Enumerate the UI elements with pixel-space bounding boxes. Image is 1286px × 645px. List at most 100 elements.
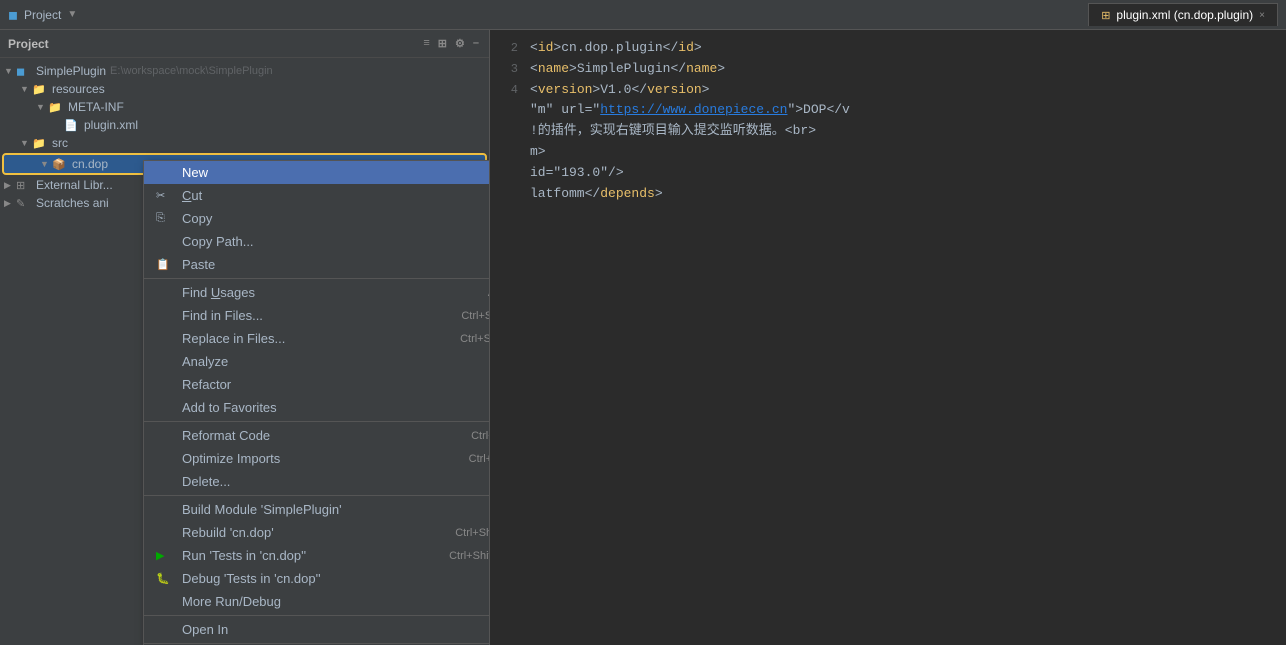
line-number-2: 2 xyxy=(490,39,530,58)
menu-label-refactor: Refactor xyxy=(182,377,490,392)
menu-item-more-run-debug[interactable]: More Run/Debug ▶ xyxy=(144,590,490,613)
tab-plugin-xml[interactable]: ⊞ plugin.xml (cn.dop.plugin) × xyxy=(1088,3,1278,26)
tab-close-icon[interactable]: × xyxy=(1259,10,1265,21)
menu-label-copy-path: Copy Path... xyxy=(182,234,490,249)
sidebar-icon-settings[interactable]: ⚙ xyxy=(453,35,467,52)
menu-item-delete[interactable]: Delete... Delete xyxy=(144,470,490,493)
menu-shortcut-paste: Ctrl+V xyxy=(489,259,490,271)
menu-item-refactor[interactable]: Refactor ▶ xyxy=(144,373,490,396)
menu-item-analyze[interactable]: Analyze ▶ xyxy=(144,350,490,373)
editor-area[interactable]: 2 <id>cn.dop.plugin</id> 3 <name>SimpleP… xyxy=(490,30,1286,645)
menu-label-open-in: Open In xyxy=(182,622,490,637)
menu-item-paste[interactable]: 📋 Paste Ctrl+V xyxy=(144,253,490,276)
tree-label-external-lib: External Libr... xyxy=(36,178,113,192)
tree-label-src: src xyxy=(52,136,68,150)
sidebar-icon-minimize[interactable]: – xyxy=(471,35,481,52)
tree-item-root[interactable]: ▼ ◼ SimplePlugin E:\workspace\mock\Simpl… xyxy=(0,62,489,80)
menu-shortcut-find-usages: Alt+F7 xyxy=(488,287,490,299)
menu-label-add-favorites: Add to Favorites xyxy=(182,400,490,415)
project-dropdown-icon[interactable]: ▼ xyxy=(67,9,77,20)
code-text-8: !的插件，实现右键项目输入提交监听数据。<br> xyxy=(530,121,816,142)
title-bar-tabs: ⊞ plugin.xml (cn.dop.plugin) × xyxy=(1088,3,1278,26)
menu-shortcut-find-files: Ctrl+Shift+F xyxy=(461,310,490,322)
menu-label-new: New xyxy=(182,165,490,180)
menu-sep-4 xyxy=(144,615,490,616)
code-line-15: latfomm</depends> xyxy=(490,184,1286,205)
menu-item-find-usages[interactable]: Find Usages Alt+F7 xyxy=(144,281,490,304)
project-icon-tree: ◼ xyxy=(16,65,32,78)
tree-arrow-scratches: ▶ xyxy=(4,198,16,209)
tree-label-meta-inf: META-INF xyxy=(68,100,124,114)
tree-item-plugin-xml[interactable]: 📄 plugin.xml xyxy=(0,116,489,134)
code-text-9: m> xyxy=(530,142,546,163)
tree-label-root: SimplePlugin xyxy=(36,64,106,78)
menu-item-find-files[interactable]: Find in Files... Ctrl+Shift+F xyxy=(144,304,490,327)
tree-arrow-root: ▼ xyxy=(4,66,16,76)
sidebar-icon-list[interactable]: ≡ xyxy=(421,35,431,52)
menu-label-find-files: Find in Files... xyxy=(182,308,461,323)
code-line-6: "m" url="https://www.donepiece.cn">DOP</… xyxy=(490,100,1286,121)
menu-label-rebuild: Rebuild 'cn.dop' xyxy=(182,525,455,540)
menu-item-cut[interactable]: ✂ Cut Ctrl+X xyxy=(144,184,490,207)
tree-label-resources: resources xyxy=(52,82,105,96)
menu-sep-5 xyxy=(144,643,490,644)
menu-item-optimize-imports[interactable]: Optimize Imports Ctrl+Alt+O xyxy=(144,447,490,470)
menu-item-build-module[interactable]: Build Module 'SimplePlugin' xyxy=(144,498,490,521)
menu-sep-2 xyxy=(144,421,490,422)
menu-item-run-tests[interactable]: ▶ Run 'Tests in 'cn.dop'' Ctrl+Shift+F10 xyxy=(144,544,490,567)
menu-shortcut-reformat: Ctrl+Alt+L xyxy=(471,430,490,442)
sidebar-header-icons: ≡ ⊞ ⚙ – xyxy=(421,35,481,52)
code-text-13: id="193.0"/> xyxy=(530,163,624,184)
project-label[interactable]: Project xyxy=(24,8,61,22)
tree-arrow-resources: ▼ xyxy=(20,84,32,94)
menu-icon-paste: 📋 xyxy=(156,258,176,271)
tree-arrow-cn-dop: ▼ xyxy=(40,159,52,169)
code-text-4: <version>V1.0</version> xyxy=(530,80,709,101)
menu-icon-cut: ✂ xyxy=(156,189,176,202)
menu-sep-3 xyxy=(144,495,490,496)
debug-tests-icon: 🐛 xyxy=(156,572,176,585)
sidebar-icon-grid[interactable]: ⊞ xyxy=(436,35,449,52)
scratches-icon: ✎ xyxy=(16,197,32,210)
menu-label-delete: Delete... xyxy=(182,474,488,489)
code-text-2: <id>cn.dop.plugin</id> xyxy=(530,38,702,59)
menu-shortcut-run-tests: Ctrl+Shift+F10 xyxy=(449,550,490,562)
menu-item-open-in[interactable]: Open In ▶ xyxy=(144,618,490,641)
menu-shortcut-replace-files: Ctrl+Shift+R xyxy=(460,333,490,345)
project-icon: ◼ xyxy=(8,8,18,22)
menu-item-replace-files[interactable]: Replace in Files... Ctrl+Shift+R xyxy=(144,327,490,350)
editor-content: 2 <id>cn.dop.plugin</id> 3 <name>SimpleP… xyxy=(490,30,1286,212)
code-line-9: m> xyxy=(490,142,1286,163)
menu-label-build-module: Build Module 'SimplePlugin' xyxy=(182,502,490,517)
project-path: E:\workspace\mock\SimplePlugin xyxy=(110,65,273,77)
menu-item-debug-tests[interactable]: 🐛 Debug 'Tests in 'cn.dop'' xyxy=(144,567,490,590)
menu-label-replace-files: Replace in Files... xyxy=(182,331,460,346)
menu-shortcut-delete: Delete xyxy=(488,476,490,488)
menu-item-reformat[interactable]: Reformat Code Ctrl+Alt+L xyxy=(144,424,490,447)
menu-label-optimize-imports: Optimize Imports xyxy=(182,451,469,466)
tree-arrow-src: ▼ xyxy=(20,138,32,148)
code-line-3: 3 <name>SimplePlugin</name> xyxy=(490,59,1286,80)
sidebar-header: Project ≡ ⊞ ⚙ – xyxy=(0,30,489,58)
menu-label-run-tests: Run 'Tests in 'cn.dop'' xyxy=(182,548,449,563)
code-line-4: 4 <version>V1.0</version> xyxy=(490,80,1286,101)
ext-lib-icon: ⊞ xyxy=(16,179,32,192)
folder-icon-src: 📁 xyxy=(32,137,48,150)
sidebar: Project ≡ ⊞ ⚙ – ▼ ◼ SimplePlugin E:\work… xyxy=(0,30,490,645)
line-number-3: 3 xyxy=(490,60,530,79)
tree-item-src[interactable]: ▼ 📁 src xyxy=(0,134,489,152)
code-text-15: latfomm</depends> xyxy=(530,184,663,205)
menu-sep-1 xyxy=(144,278,490,279)
menu-item-copy[interactable]: ⎘ Copy Ctrl+C xyxy=(144,207,490,230)
menu-item-new[interactable]: New ▶ J Java Class K Kotlin Class/File G… xyxy=(144,161,490,184)
menu-label-copy: Copy xyxy=(182,211,489,226)
code-line-8: !的插件，实现右键项目输入提交监听数据。<br> xyxy=(490,121,1286,142)
tree-item-meta-inf[interactable]: ▼ 📁 META-INF xyxy=(0,98,489,116)
title-bar-left: ◼ Project ▼ xyxy=(8,8,77,22)
tree-item-resources[interactable]: ▼ 📁 resources xyxy=(0,80,489,98)
menu-item-copy-path[interactable]: Copy Path... xyxy=(144,230,490,253)
menu-item-add-favorites[interactable]: Add to Favorites ▶ xyxy=(144,396,490,419)
title-bar: ◼ Project ▼ ⊞ plugin.xml (cn.dop.plugin)… xyxy=(0,0,1286,30)
menu-label-cut: Cut xyxy=(182,188,489,203)
menu-item-rebuild[interactable]: Rebuild 'cn.dop' Ctrl+Shift+F9 xyxy=(144,521,490,544)
